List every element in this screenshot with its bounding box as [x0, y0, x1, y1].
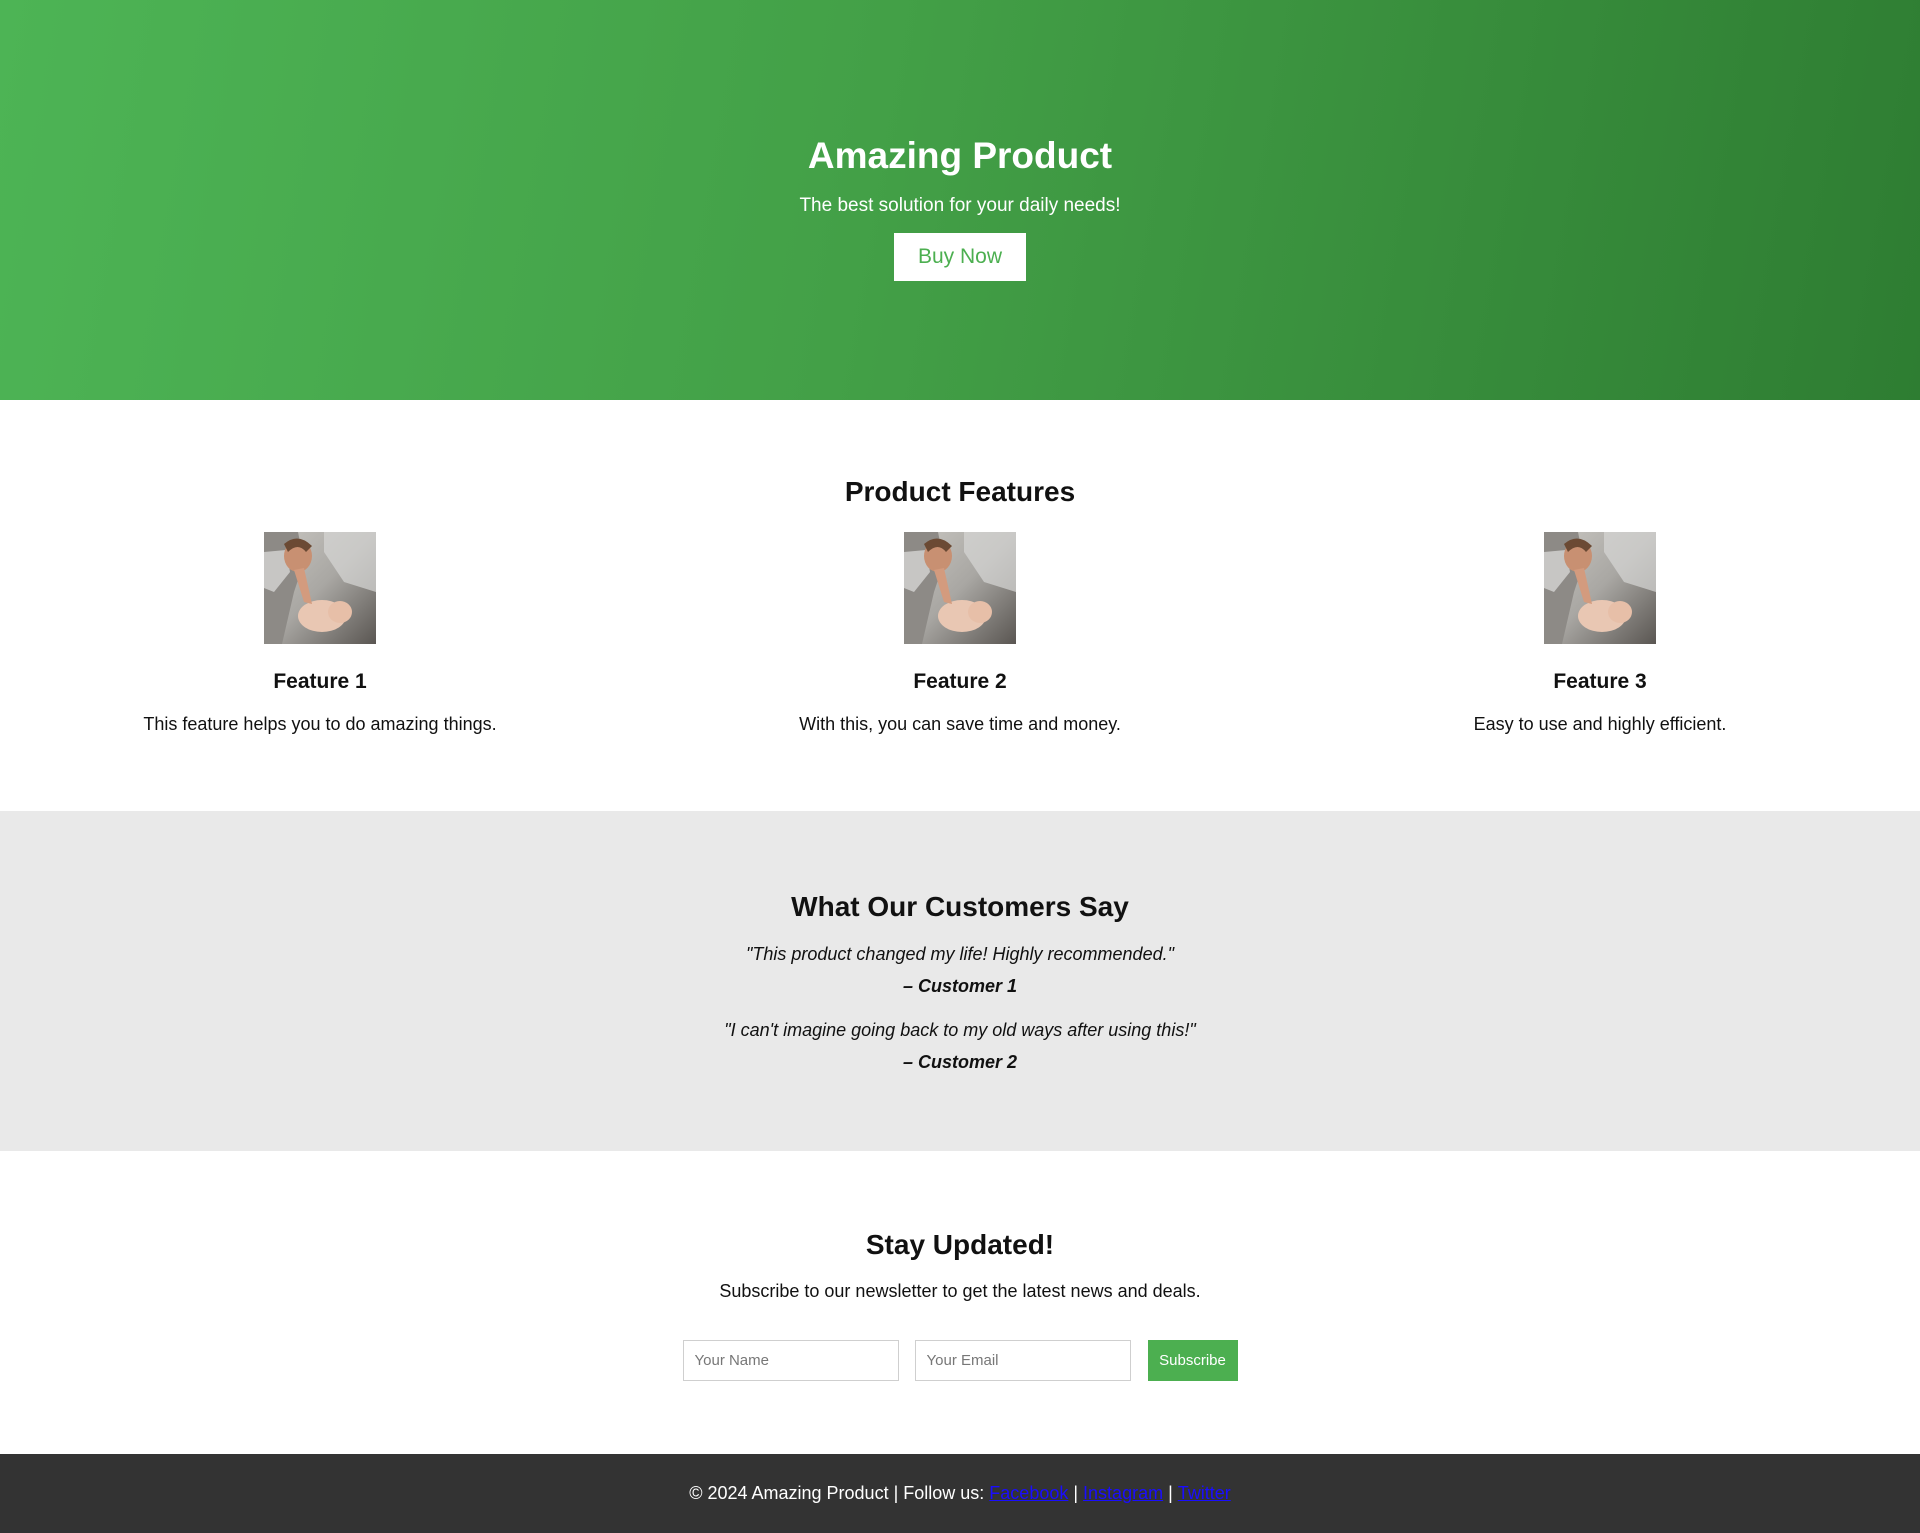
feature-title: Feature 1: [273, 670, 367, 693]
facebook-link[interactable]: Facebook: [989, 1483, 1068, 1504]
features-heading: Product Features: [844, 476, 1076, 507]
features-section: Product Features Feature 1 This feature …: [0, 400, 1920, 811]
testimonials-heading: What Our Customers Say: [791, 891, 1129, 922]
testimonial-quote: "This product changed my life! Highly re…: [746, 944, 1174, 964]
testimonial-quote: "I can't imagine going back to my old wa…: [724, 1020, 1196, 1040]
testimonial-author: – Customer 1: [902, 976, 1018, 996]
feature-card: Feature 2 With this, you can save time a…: [640, 532, 1280, 735]
testimonial-author: – Customer 2: [902, 1052, 1018, 1072]
subscribe-form: Subscribe: [0, 1340, 1920, 1381]
feature-image: [1544, 532, 1656, 644]
testimonials-section: What Our Customers Say "This product cha…: [0, 811, 1920, 1151]
email-input[interactable]: [914, 1340, 1131, 1381]
newsletter-section: Stay Updated! Subscribe to our newslette…: [0, 1151, 1920, 1454]
feature-list: Feature 1 This feature helps you to do a…: [0, 532, 1920, 735]
feature-image: [904, 532, 1016, 644]
twitter-link[interactable]: Twitter: [1178, 1483, 1231, 1504]
feature-title: Feature 3: [1553, 670, 1647, 693]
buy-now-button[interactable]: Buy Now: [894, 233, 1026, 281]
hero-subtitle: The best solution for your daily needs!: [799, 195, 1121, 216]
footer-separator: |: [1168, 1483, 1173, 1503]
feature-description: Easy to use and highly efficient.: [1473, 714, 1727, 734]
feature-card: Feature 1 This feature helps you to do a…: [0, 532, 640, 735]
feature-description: This feature helps you to do amazing thi…: [143, 714, 497, 734]
hero-section: Amazing Product The best solution for yo…: [0, 0, 1920, 400]
hero-title: Amazing Product: [807, 135, 1113, 176]
instagram-link[interactable]: Instagram: [1083, 1483, 1163, 1504]
feature-image: [264, 532, 376, 644]
newsletter-heading: Stay Updated!: [865, 1229, 1055, 1260]
subscribe-button[interactable]: Subscribe: [1147, 1340, 1238, 1381]
feature-title: Feature 2: [913, 670, 1007, 693]
feature-description: With this, you can save time and money.: [799, 714, 1121, 734]
newsletter-text: Subscribe to our newsletter to get the l…: [719, 1281, 1201, 1301]
footer-text: © 2024 Amazing Product | Follow us:: [689, 1483, 985, 1503]
footer: © 2024 Amazing Product | Follow us: Face…: [0, 1454, 1920, 1533]
footer-separator: |: [1073, 1483, 1079, 1503]
name-input[interactable]: [682, 1340, 899, 1381]
feature-card: Feature 3 Easy to use and highly efficie…: [1280, 532, 1920, 735]
